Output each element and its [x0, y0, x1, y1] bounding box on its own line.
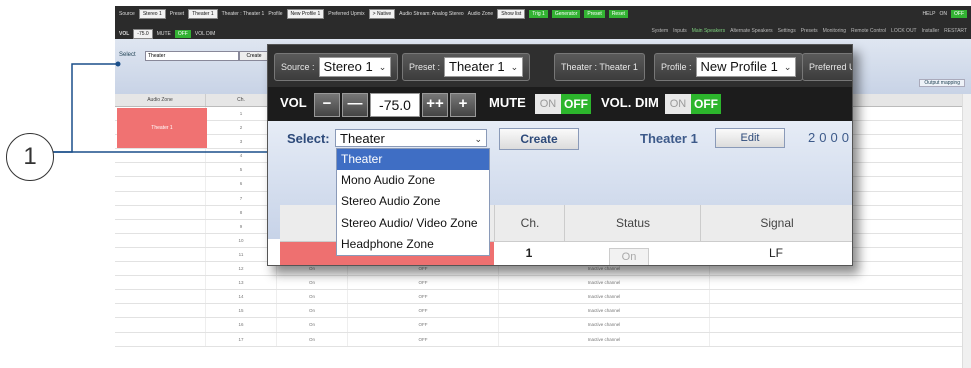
zoom-theater-label: Theater : Theater 1: [561, 62, 638, 72]
dropdown-option-headphone[interactable]: Headphone Zone: [337, 234, 489, 255]
zoom-select-label: Select:: [287, 131, 330, 146]
zoom-create-button[interactable]: Create: [499, 128, 579, 150]
callout-number: 1: [6, 133, 54, 181]
dropdown-option-stereo-av[interactable]: Stereo Audio/ Video Zone: [337, 213, 489, 234]
zoom-col-ch: Ch.: [494, 205, 565, 241]
vol-minus-button[interactable]: −: [314, 93, 340, 117]
zoom-panel: Source : Stereo 1 ⌄ Preset : Theater 1 ⌄ T…: [267, 44, 853, 266]
zoom-source-select[interactable]: Stereo 1 ⌄: [318, 57, 392, 77]
chevron-down-icon: ⌄: [378, 62, 387, 72]
zoom-row-ch: 1: [525, 246, 533, 260]
chevron-down-icon: ⌄: [783, 62, 792, 72]
mute-off[interactable]: OFF: [561, 94, 591, 114]
zoom-vol-dim-label: VOL. DIM: [601, 95, 659, 110]
zoom-preset-group: Preset : Theater 1 ⌄: [402, 53, 531, 81]
zone-type-dropdown: Theater Mono Audio Zone Stereo Audio Zon…: [336, 148, 490, 256]
zoom-profile-select[interactable]: New Profile 1 ⌄: [695, 57, 797, 77]
zoom-volume-bar: VOL − — -75.0 ++ + MUTE ON OFF VOL. DIM …: [268, 87, 852, 121]
zoom-preset-label: Preset :: [409, 62, 441, 72]
zoom-vol-label: VOL: [280, 95, 307, 110]
chevron-down-icon: ⌄: [474, 134, 482, 144]
zone-type-select[interactable]: Theater ⌄: [335, 129, 487, 147]
zoom-profile-group: Profile : New Profile 1 ⌄: [654, 53, 804, 81]
zoom-row-on-button[interactable]: On: [609, 248, 649, 265]
zoom-number: 2000: [808, 130, 853, 145]
vol-dim-toggle[interactable]: ON OFF: [665, 94, 721, 114]
zoom-preset-value: Theater 1: [449, 59, 505, 74]
zone-type-value: Theater: [340, 131, 385, 146]
zoom-mute-label: MUTE: [489, 95, 526, 110]
zoom-profile-label: Profile :: [661, 62, 692, 72]
vol-dim-off[interactable]: OFF: [691, 94, 721, 114]
dropdown-option-mono[interactable]: Mono Audio Zone: [337, 170, 489, 191]
zoom-profile-value: New Profile 1: [700, 59, 778, 74]
zoom-col-status: Status: [564, 205, 701, 241]
vol-plus-button[interactable]: +: [450, 93, 476, 117]
zoom-edit-button[interactable]: Edit: [715, 128, 785, 148]
zoom-theater-group: Theater : Theater 1: [554, 53, 645, 81]
vol-dim-on[interactable]: ON: [665, 94, 691, 114]
chevron-down-icon: ⌄: [510, 62, 519, 72]
zoom-preset-select[interactable]: Theater 1 ⌄: [444, 57, 524, 77]
zoom-col-signal: Signal: [700, 205, 852, 241]
mute-on[interactable]: ON: [535, 94, 561, 114]
zoom-source-label: Source :: [281, 62, 315, 72]
zoom-source-group: Source : Stereo 1 ⌄: [274, 53, 399, 81]
zoom-preferred-label: Preferred U: [809, 62, 853, 72]
dropdown-option-theater[interactable]: Theater: [337, 149, 489, 171]
zoom-preferred-group: Preferred U: [802, 53, 853, 81]
zoom-top-bar: Source : Stereo 1 ⌄ Preset : Theater 1 ⌄ T…: [268, 45, 852, 87]
vol-minus-minus-button[interactable]: —: [342, 93, 368, 117]
zoom-preset-name: Theater 1: [640, 131, 698, 146]
zoom-row-signal: LF: [768, 246, 783, 260]
dropdown-option-stereo[interactable]: Stereo Audio Zone: [337, 191, 489, 212]
mute-toggle[interactable]: ON OFF: [535, 94, 591, 114]
zoom-source-value: Stereo 1: [323, 59, 373, 74]
vol-value-input[interactable]: -75.0: [370, 93, 420, 117]
vol-plus-plus-button[interactable]: ++: [422, 93, 448, 117]
